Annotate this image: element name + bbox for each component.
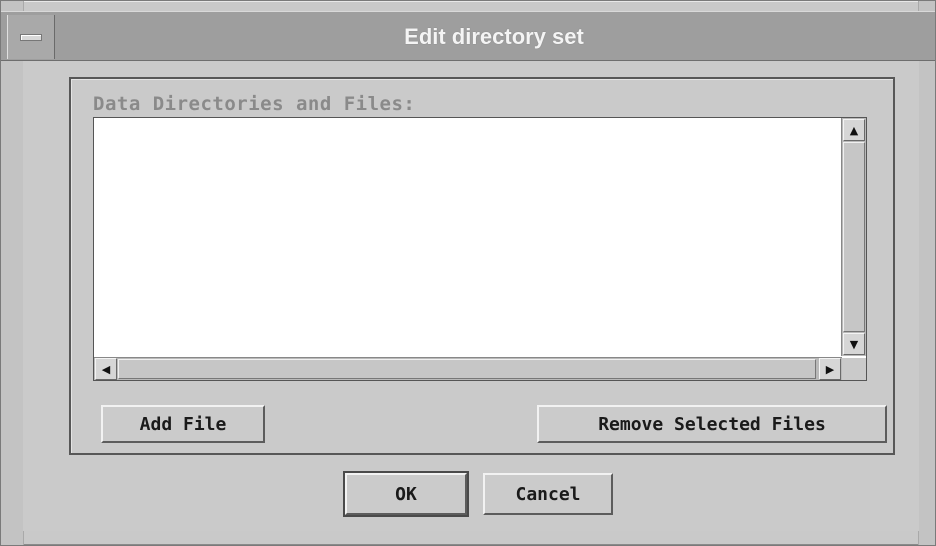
horizontal-scrollbar[interactable]: ◀ ▶ <box>94 357 842 380</box>
files-listbox[interactable]: ▲ ▼ ◀ ▶ <box>93 117 867 381</box>
window-frame-left[interactable] <box>1 1 24 545</box>
scroll-up-arrow-icon[interactable]: ▲ <box>843 119 865 141</box>
window-menu-icon <box>20 33 42 41</box>
files-group-box: Data Directories and Files: ▲ ▼ ◀ ▶ Add … <box>69 77 895 455</box>
dialog-window: Edit directory set Data Directories and … <box>0 0 936 546</box>
vertical-scroll-thumb[interactable] <box>843 142 865 332</box>
remove-selected-files-button[interactable]: Remove Selected Files <box>537 405 887 443</box>
window-menu-button[interactable] <box>7 15 55 59</box>
vertical-scrollbar[interactable]: ▲ ▼ <box>841 118 866 356</box>
ok-button[interactable]: OK <box>343 471 469 517</box>
dialog-client-area: Data Directories and Files: ▲ ▼ ◀ ▶ Add … <box>23 61 919 531</box>
scroll-right-arrow-icon[interactable]: ▶ <box>819 358 841 380</box>
files-group-label: Data Directories and Files: <box>93 93 416 115</box>
horizontal-scroll-thumb[interactable] <box>118 359 816 379</box>
scrollbar-corner <box>842 358 866 380</box>
window-title: Edit directory set <box>404 24 584 49</box>
window-frame-right[interactable] <box>918 1 935 545</box>
add-file-button[interactable]: Add File <box>101 405 265 443</box>
scroll-down-arrow-icon[interactable]: ▼ <box>843 333 865 355</box>
files-list-area[interactable] <box>94 118 842 356</box>
cancel-button[interactable]: Cancel <box>483 473 613 515</box>
scroll-left-arrow-icon[interactable]: ◀ <box>95 358 117 380</box>
